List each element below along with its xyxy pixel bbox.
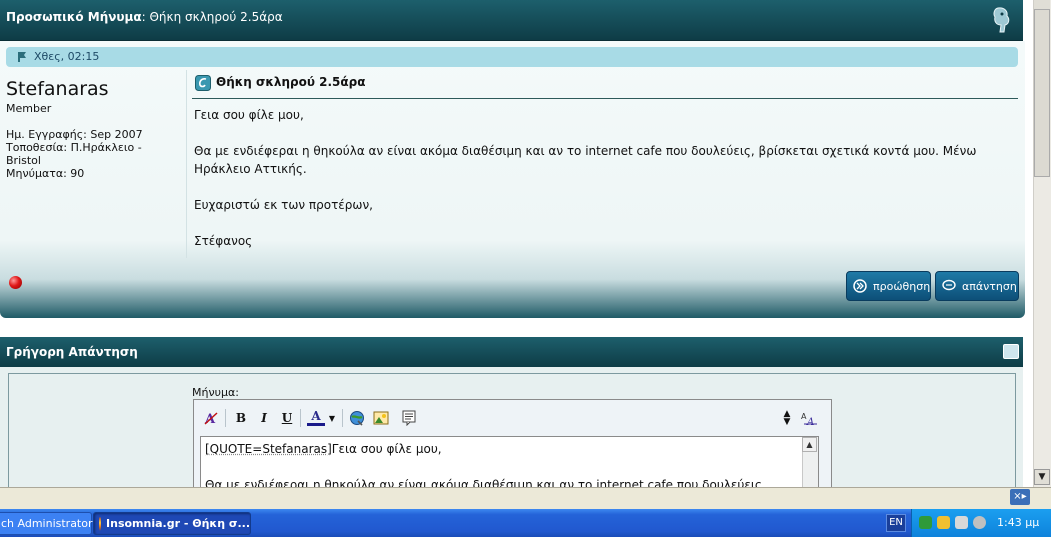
post-body-line: Θα με ενδιέφεραι η θηκούλα αν είναι ακόμ… [194,142,1014,178]
pm-header-title: Προσωπικό Μήνυμα: Θήκη σκληρού 2.5άρα [6,10,283,24]
post-title-rule [192,98,1018,99]
browser-status-bar [0,487,1051,510]
pm-header-label: Προσωπικό Μήνυμα [6,10,142,24]
taskbar-item-admin[interactable]: ch Administrator [0,512,92,535]
editor-toolbar: A B I U A ▼ ▲▼ AA [197,405,827,433]
chevron-down-icon[interactable]: ▼ [327,409,337,427]
post-flag-icon [16,51,28,63]
remove-format-icon[interactable]: A [202,409,220,427]
post-date-strip [6,47,1018,67]
reply-label: απάντηση [962,280,1017,293]
post-body-line: Στέφανος [194,232,1014,250]
mascot-icon [988,6,1014,34]
font-color-button[interactable]: A [307,409,325,426]
post-body-line: Ευχαριστώ εκ των προτέρων, [194,196,1014,214]
offline-status-icon [9,276,22,289]
editor-line: Γεια σου φίλε μου, [332,442,442,456]
toolbar-separator [225,409,226,427]
user-location: Τοποθεσία: Π.Ηράκλειο - Bristol [6,141,176,167]
addon-status-icon[interactable]: ⨯▸ [1010,489,1030,505]
post-title: Θήκη σκληρού 2.5άρα [216,75,365,89]
post-date: Χθες, 02:15 [34,50,99,63]
clock[interactable]: 1:43 μμ [997,516,1039,529]
message-icon [195,75,211,91]
pm-header-subject: Θήκη σκληρού 2.5άρα [149,10,282,24]
quick-reply-title: Γρήγορη Απάντηση [6,345,138,359]
taskbar-item-label: Insomnia.gr - Θήκη σ... [106,517,250,530]
collapse-icon[interactable] [1003,344,1019,359]
insert-link-icon[interactable] [348,409,366,427]
scroll-down-icon[interactable]: ▼ [1034,469,1050,485]
italic-button[interactable]: I [255,409,273,427]
message-textarea-content: [QUOTE=Stefanaras]Γεια σου φίλε μου, Θα … [205,440,800,494]
toolbar-separator [342,409,343,427]
message-label: Μήνυμα: [192,386,239,399]
forward-button[interactable]: προώθηση [846,271,931,301]
svg-text:A: A [806,417,814,426]
editor-scroll-up-icon[interactable]: ▲ [802,437,817,452]
network-icon[interactable] [919,516,932,529]
post-body-line: Γεια σου φίλε μου, [194,106,1014,124]
reply-button[interactable]: απάντηση [935,271,1019,301]
taskbar-item-firefox[interactable]: Insomnia.gr - Θήκη σ... [93,512,251,535]
switch-mode-icon[interactable]: AA [801,409,819,427]
user-posts: Μηνύματα: 90 [6,167,176,180]
post-user-info: Ημ. Εγγραφής: Sep 2007 Τοποθεσία: Π.Ηράκ… [6,128,176,180]
post-body: Γεια σου φίλε μου, Θα με ενδιέφεραι η θη… [194,106,1014,268]
scroll-thumb[interactable] [1034,9,1050,177]
security-icon[interactable] [937,516,950,529]
underline-button[interactable]: U [278,409,296,427]
quote-icon[interactable] [400,409,418,427]
volume-icon[interactable] [973,516,986,529]
messenger-icon[interactable] [955,516,968,529]
resize-icon[interactable]: ▲ ▼ [778,409,796,427]
post-username[interactable]: Stefanaras [6,78,109,100]
bold-button[interactable]: B [232,409,250,427]
scroll-up-button[interactable] [1034,0,1050,9]
toolbar-separator [300,409,301,427]
user-joined: Ημ. Εγγραφής: Sep 2007 [6,128,176,141]
forward-icon [853,279,867,293]
insert-image-icon[interactable] [372,409,390,427]
forward-label: προώθηση [873,280,930,293]
editor-quote-tag: [QUOTE=Stefanaras] [205,442,332,456]
quick-reply-header [0,337,1023,367]
post-usertitle: Member [6,102,51,115]
reply-icon [942,279,956,293]
language-indicator[interactable]: EN [886,514,906,532]
post-divider [186,70,187,258]
firefox-icon [99,517,101,531]
